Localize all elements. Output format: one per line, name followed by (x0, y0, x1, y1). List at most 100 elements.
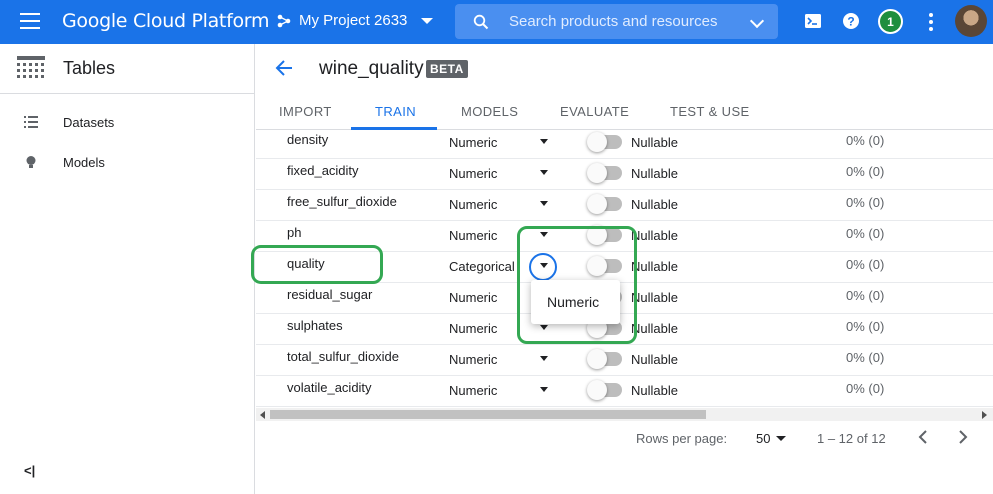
scroll-left-icon[interactable] (260, 411, 265, 419)
svg-text:?: ? (847, 15, 854, 29)
notification-badge[interactable]: 1 (878, 9, 903, 34)
nullable-label: Nullable (631, 228, 678, 243)
missing-values: 0% (0) (846, 133, 885, 148)
search-input[interactable]: Search products and resources (455, 4, 778, 39)
chevron-down-icon (776, 436, 787, 441)
project-selector[interactable]: My Project 2633 (277, 12, 434, 29)
list-icon (24, 116, 38, 128)
nullable-toggle[interactable] (587, 163, 622, 183)
feature-type[interactable]: Numeric (449, 383, 497, 398)
table-row: volatile_acidity Numeric Nullable 0% (0) (256, 376, 993, 407)
search-icon (473, 14, 489, 29)
next-page-icon[interactable] (953, 427, 973, 447)
missing-values: 0% (0) (846, 226, 885, 241)
sidebar-header: Tables (0, 44, 254, 94)
missing-values: 0% (0) (846, 288, 885, 303)
sidebar-item-label: Datasets (63, 114, 115, 130)
highlight-annotation-name (251, 245, 383, 284)
tab-train[interactable]: TRAIN (375, 104, 416, 119)
avatar[interactable] (955, 5, 987, 37)
more-vert-icon[interactable] (929, 13, 933, 34)
missing-values: 0% (0) (846, 319, 885, 334)
feature-name: density (287, 132, 329, 147)
feature-name: fixed_acidity (287, 163, 359, 178)
feature-name: residual_sugar (287, 287, 373, 302)
top-app-bar: Google Cloud Platform My Project 2633 Se… (0, 0, 993, 44)
help-icon[interactable]: ? (841, 11, 861, 31)
missing-values: 0% (0) (846, 195, 885, 210)
feature-type[interactable]: Categorical (449, 259, 515, 274)
tab-bar: IMPORT TRAIN MODELS EVALUATE TEST & USE (256, 96, 993, 130)
rows-per-page-select[interactable]: 50 (756, 431, 787, 446)
nullable-toggle[interactable] (587, 132, 622, 152)
nullable-label: Nullable (631, 290, 678, 305)
feature-type[interactable]: Numeric (449, 228, 497, 243)
nullable-toggle[interactable] (587, 194, 622, 214)
product-title: Tables (63, 58, 116, 78)
type-dropdown-caret-icon[interactable] (540, 170, 548, 175)
missing-values: 0% (0) (846, 257, 885, 272)
brand-title[interactable]: Google Cloud Platform (62, 10, 269, 32)
chevron-down-icon (421, 17, 434, 24)
collapse-sidebar-icon[interactable]: <| (24, 463, 35, 478)
feature-name: total_sulfur_dioxide (287, 349, 400, 364)
scroll-right-icon[interactable] (982, 411, 987, 419)
lightbulb-icon (26, 156, 36, 168)
feature-name: volatile_acidity (287, 380, 372, 395)
feature-type[interactable]: Numeric (449, 352, 497, 367)
table-row: free_sulfur_dioxide Numeric Nullable 0% (0) (256, 190, 993, 221)
sidebar-item-models[interactable]: Models (0, 142, 254, 182)
sidebar-item-label: Models (63, 154, 105, 170)
nullable-label: Nullable (631, 135, 678, 150)
nullable-label: Nullable (631, 352, 678, 367)
back-arrow-icon[interactable] (274, 58, 294, 78)
table-pagination: Rows per page: 50 1 – 12 of 12 (256, 421, 993, 456)
nullable-label: Nullable (631, 166, 678, 181)
feature-type[interactable]: Numeric (449, 135, 497, 150)
type-dropdown-caret-icon[interactable] (540, 387, 548, 392)
feature-type[interactable]: Numeric (449, 166, 497, 181)
table-row: total_sulfur_dioxide Numeric Nullable 0% (0… (256, 345, 993, 376)
scrollbar-thumb[interactable] (270, 410, 706, 419)
nullable-label: Nullable (631, 197, 678, 212)
feature-type[interactable]: Numeric (449, 197, 497, 212)
tab-evaluate[interactable]: EVALUATE (560, 104, 629, 119)
nullable-label: Nullable (631, 383, 678, 398)
dropdown-option-numeric[interactable]: Numeric (547, 294, 599, 310)
tab-models[interactable]: MODELS (461, 104, 518, 119)
type-dropdown-menu: Numeric (531, 280, 620, 324)
horizontal-scrollbar[interactable] (256, 408, 993, 421)
page-range: 1 – 12 of 12 (817, 431, 886, 446)
nullable-label: Nullable (631, 321, 678, 336)
project-name: My Project 2633 (299, 12, 408, 29)
nullable-toggle[interactable] (587, 349, 622, 369)
tables-product-icon (17, 55, 45, 78)
missing-values: 0% (0) (846, 350, 885, 365)
menu-icon[interactable] (20, 13, 40, 29)
beta-badge: BETA (426, 60, 468, 78)
missing-values: 0% (0) (846, 164, 885, 179)
rows-per-page-label: Rows per page: (636, 431, 728, 446)
feature-name: sulphates (287, 318, 343, 333)
search-expand-chevron-icon[interactable] (749, 13, 765, 29)
nullable-label: Nullable (631, 259, 678, 274)
table-row: fixed_acidity Numeric Nullable 0% (0) (256, 159, 993, 190)
nullable-toggle[interactable] (587, 380, 622, 400)
type-dropdown-caret-icon[interactable] (540, 139, 548, 144)
feature-name: ph (287, 225, 302, 240)
sidebar-item-datasets[interactable]: Datasets (0, 102, 254, 142)
search-placeholder: Search products and resources (509, 13, 718, 30)
feature-type[interactable]: Numeric (449, 290, 497, 305)
cloud-shell-icon[interactable] (803, 11, 823, 31)
project-hierarchy-icon (277, 14, 291, 27)
table-row: density Numeric Nullable 0% (0) (256, 128, 993, 159)
feature-name: free_sulfur_dioxide (287, 194, 397, 209)
rows-per-page-value: 50 (756, 431, 771, 446)
previous-page-icon[interactable] (913, 427, 933, 447)
missing-values: 0% (0) (846, 381, 885, 396)
type-dropdown-caret-icon[interactable] (540, 201, 548, 206)
type-dropdown-caret-icon[interactable] (540, 356, 548, 361)
tab-test-and-use[interactable]: TEST & USE (670, 104, 750, 119)
feature-type[interactable]: Numeric (449, 321, 497, 336)
tab-import[interactable]: IMPORT (279, 104, 332, 119)
